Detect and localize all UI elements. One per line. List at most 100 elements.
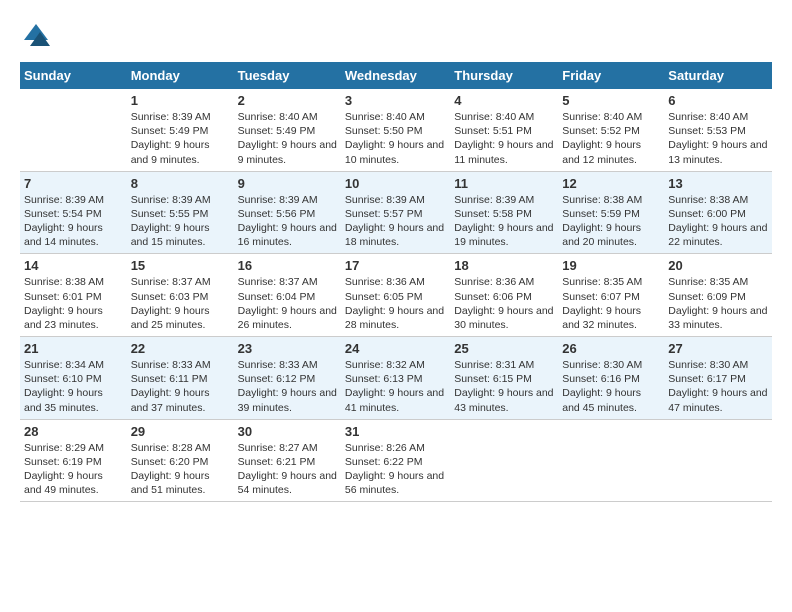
calendar-cell: 29 Sunrise: 8:28 AMSunset: 6:20 PMDayligh… — [127, 419, 234, 502]
weekday-header-friday: Friday — [558, 62, 664, 89]
calendar-week-row: 1 Sunrise: 8:39 AMSunset: 5:49 PMDaylight… — [20, 89, 772, 171]
calendar-cell: 2 Sunrise: 8:40 AMSunset: 5:49 PMDaylight… — [234, 89, 341, 171]
calendar-cell: 7 Sunrise: 8:39 AMSunset: 5:54 PMDaylight… — [20, 171, 127, 254]
calendar-week-row: 14 Sunrise: 8:38 AMSunset: 6:01 PMDayligh… — [20, 254, 772, 337]
logo-icon — [20, 20, 52, 52]
calendar-week-row: 21 Sunrise: 8:34 AMSunset: 6:10 PMDayligh… — [20, 337, 772, 420]
logo — [20, 20, 58, 52]
weekday-header-sunday: Sunday — [20, 62, 127, 89]
day-detail: Sunrise: 8:39 AMSunset: 5:54 PMDaylight:… — [24, 193, 123, 250]
day-number: 28 — [24, 424, 123, 439]
day-detail: Sunrise: 8:39 AMSunset: 5:49 PMDaylight:… — [131, 110, 230, 167]
calendar-cell: 20Sunrise: 8:35 AMSunset: 6:09 PMDayligh… — [664, 254, 772, 337]
calendar-cell: 19 Sunrise: 8:35 AMSunset: 6:07 PMDayligh… — [558, 254, 664, 337]
calendar-cell: 16 Sunrise: 8:37 AMSunset: 6:04 PMDayligh… — [234, 254, 341, 337]
day-detail: Sunrise: 8:35 AMSunset: 6:07 PMDaylight:… — [562, 275, 660, 332]
day-detail: Sunrise: 8:39 AMSunset: 5:56 PMDaylight:… — [238, 193, 337, 250]
day-detail: Sunrise: 8:40 AMSunset: 5:53 PMDaylight:… — [668, 110, 768, 167]
day-detail: Sunrise: 8:27 AMSunset: 6:21 PMDaylight:… — [238, 441, 337, 498]
calendar-table: SundayMondayTuesdayWednesdayThursdayFrid… — [20, 62, 772, 502]
calendar-cell: 13 Sunrise: 8:38 AMSunset: 6:00 PMDayligh… — [664, 171, 772, 254]
calendar-cell: 9 Sunrise: 8:39 AMSunset: 5:56 PMDaylight… — [234, 171, 341, 254]
day-number: 25 — [454, 341, 554, 356]
day-number: 10 — [345, 176, 446, 191]
day-number: 27 — [668, 341, 768, 356]
calendar-cell: 12Sunrise: 8:38 AMSunset: 5:59 PMDayligh… — [558, 171, 664, 254]
calendar-cell — [664, 419, 772, 502]
day-number: 7 — [24, 176, 123, 191]
calendar-cell: 26 Sunrise: 8:30 AMSunset: 6:16 PMDayligh… — [558, 337, 664, 420]
day-number: 24 — [345, 341, 446, 356]
calendar-cell: 31 Sunrise: 8:26 AMSunset: 6:22 PMDayligh… — [341, 419, 450, 502]
day-number: 22 — [131, 341, 230, 356]
calendar-cell: 14 Sunrise: 8:38 AMSunset: 6:01 PMDayligh… — [20, 254, 127, 337]
calendar-cell: 21 Sunrise: 8:34 AMSunset: 6:10 PMDayligh… — [20, 337, 127, 420]
day-detail: Sunrise: 8:28 AMSunset: 6:20 PMDaylight:… — [131, 441, 230, 498]
calendar-cell — [450, 419, 558, 502]
calendar-cell — [20, 89, 127, 171]
day-number: 21 — [24, 341, 123, 356]
weekday-header-saturday: Saturday — [664, 62, 772, 89]
day-number: 16 — [238, 258, 337, 273]
day-number: 17 — [345, 258, 446, 273]
day-number: 26 — [562, 341, 660, 356]
day-number: 11 — [454, 176, 554, 191]
day-number: 29 — [131, 424, 230, 439]
day-number: 23 — [238, 341, 337, 356]
day-detail: Sunrise: 8:29 AMSunset: 6:19 PMDaylight:… — [24, 441, 123, 498]
day-number: 2 — [238, 93, 337, 108]
calendar-cell: 27Sunrise: 8:30 AMSunset: 6:17 PMDayligh… — [664, 337, 772, 420]
calendar-cell: 15 Sunrise: 8:37 AMSunset: 6:03 PMDayligh… — [127, 254, 234, 337]
calendar-cell: 8Sunrise: 8:39 AMSunset: 5:55 PMDaylight… — [127, 171, 234, 254]
day-number: 4 — [454, 93, 554, 108]
day-number: 31 — [345, 424, 446, 439]
day-number: 19 — [562, 258, 660, 273]
calendar-cell: 22Sunrise: 8:33 AMSunset: 6:11 PMDayligh… — [127, 337, 234, 420]
day-detail: Sunrise: 8:30 AMSunset: 6:16 PMDaylight:… — [562, 358, 660, 415]
day-detail: Sunrise: 8:40 AMSunset: 5:49 PMDaylight:… — [238, 110, 337, 167]
day-detail: Sunrise: 8:38 AMSunset: 6:01 PMDaylight:… — [24, 275, 123, 332]
calendar-cell: 6 Sunrise: 8:40 AMSunset: 5:53 PMDaylight… — [664, 89, 772, 171]
day-number: 15 — [131, 258, 230, 273]
day-detail: Sunrise: 8:40 AMSunset: 5:50 PMDaylight:… — [345, 110, 446, 167]
day-detail: Sunrise: 8:36 AMSunset: 6:06 PMDaylight:… — [454, 275, 554, 332]
day-detail: Sunrise: 8:35 AMSunset: 6:09 PMDaylight:… — [668, 275, 768, 332]
day-detail: Sunrise: 8:26 AMSunset: 6:22 PMDaylight:… — [345, 441, 446, 498]
day-detail: Sunrise: 8:40 AMSunset: 5:52 PMDaylight:… — [562, 110, 660, 167]
calendar-cell: 1 Sunrise: 8:39 AMSunset: 5:49 PMDaylight… — [127, 89, 234, 171]
day-detail: Sunrise: 8:36 AMSunset: 6:05 PMDaylight:… — [345, 275, 446, 332]
weekday-header-row: SundayMondayTuesdayWednesdayThursdayFrid… — [20, 62, 772, 89]
day-detail: Sunrise: 8:31 AMSunset: 6:15 PMDaylight:… — [454, 358, 554, 415]
weekday-header-wednesday: Wednesday — [341, 62, 450, 89]
day-detail: Sunrise: 8:32 AMSunset: 6:13 PMDaylight:… — [345, 358, 446, 415]
day-detail: Sunrise: 8:34 AMSunset: 6:10 PMDaylight:… — [24, 358, 123, 415]
day-number: 9 — [238, 176, 337, 191]
calendar-cell: 4 Sunrise: 8:40 AMSunset: 5:51 PMDaylight… — [450, 89, 558, 171]
day-number: 13 — [668, 176, 768, 191]
calendar-cell: 11Sunrise: 8:39 AMSunset: 5:58 PMDayligh… — [450, 171, 558, 254]
weekday-header-tuesday: Tuesday — [234, 62, 341, 89]
day-detail: Sunrise: 8:38 AMSunset: 6:00 PMDaylight:… — [668, 193, 768, 250]
day-detail: Sunrise: 8:40 AMSunset: 5:51 PMDaylight:… — [454, 110, 554, 167]
calendar-week-row: 7 Sunrise: 8:39 AMSunset: 5:54 PMDaylight… — [20, 171, 772, 254]
calendar-cell: 17 Sunrise: 8:36 AMSunset: 6:05 PMDayligh… — [341, 254, 450, 337]
calendar-week-row: 28 Sunrise: 8:29 AMSunset: 6:19 PMDayligh… — [20, 419, 772, 502]
day-number: 6 — [668, 93, 768, 108]
calendar-cell: 23 Sunrise: 8:33 AMSunset: 6:12 PMDayligh… — [234, 337, 341, 420]
day-number: 1 — [131, 93, 230, 108]
calendar-cell: 25 Sunrise: 8:31 AMSunset: 6:15 PMDayligh… — [450, 337, 558, 420]
calendar-cell: 10 Sunrise: 8:39 AMSunset: 5:57 PMDayligh… — [341, 171, 450, 254]
day-detail: Sunrise: 8:38 AMSunset: 5:59 PMDaylight:… — [562, 193, 660, 250]
day-number: 3 — [345, 93, 446, 108]
calendar-cell: 18 Sunrise: 8:36 AMSunset: 6:06 PMDayligh… — [450, 254, 558, 337]
day-detail: Sunrise: 8:37 AMSunset: 6:04 PMDaylight:… — [238, 275, 337, 332]
day-number: 14 — [24, 258, 123, 273]
day-detail: Sunrise: 8:33 AMSunset: 6:12 PMDaylight:… — [238, 358, 337, 415]
day-number: 8 — [131, 176, 230, 191]
day-number: 18 — [454, 258, 554, 273]
weekday-header-thursday: Thursday — [450, 62, 558, 89]
day-detail: Sunrise: 8:37 AMSunset: 6:03 PMDaylight:… — [131, 275, 230, 332]
calendar-cell — [558, 419, 664, 502]
weekday-header-monday: Monday — [127, 62, 234, 89]
day-detail: Sunrise: 8:39 AMSunset: 5:57 PMDaylight:… — [345, 193, 446, 250]
